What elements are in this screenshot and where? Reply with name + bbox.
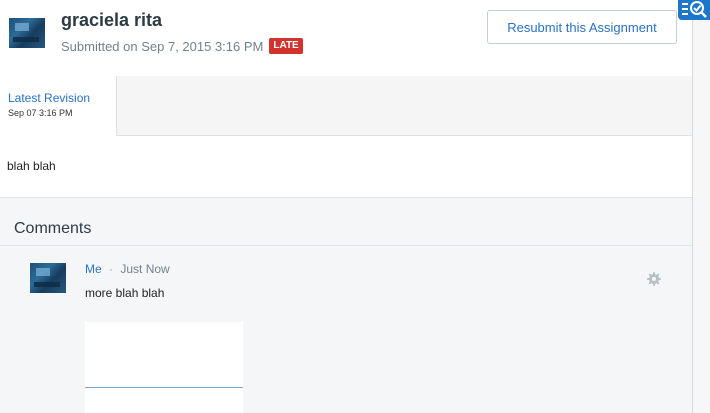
comment-author-link[interactable]: Me	[85, 262, 102, 276]
comment-reply-box[interactable]	[85, 322, 243, 413]
comment-timestamp: Just Now	[120, 262, 170, 276]
submission-status-line: Submitted on Sep 7, 2015 3:16 PM LATE	[61, 38, 303, 54]
comments-heading: Comments	[14, 220, 92, 237]
submitted-date: Submitted on Sep 7, 2015 3:16 PM	[61, 38, 264, 54]
right-scrollbar[interactable]	[692, 0, 710, 413]
revision-tab-label: Latest Revision	[8, 91, 91, 105]
late-badge: LATE	[269, 38, 303, 54]
student-name: graciela rita	[61, 10, 163, 30]
resubmit-assignment-button[interactable]: Resubmit this Assignment	[487, 10, 677, 44]
submission-page: graciela rita Submitted on Sep 7, 2015 3…	[0, 0, 692, 413]
comment-meta: Me · Just Now	[85, 262, 170, 276]
checklist-search-button[interactable]	[678, 0, 710, 20]
comments-divider	[0, 245, 692, 246]
gear-icon[interactable]	[646, 271, 662, 287]
comment-text: more blah blah	[85, 286, 165, 300]
submission-header: graciela rita Submitted on Sep 7, 2015 3…	[0, 0, 692, 76]
checklist-search-icon	[682, 1, 707, 18]
student-avatar	[9, 18, 45, 48]
revision-tab-date: Sep 07 3:16 PM	[8, 108, 73, 118]
comment-meta-separator: ·	[109, 262, 114, 276]
reply-box-focus-line	[85, 387, 243, 388]
comment-author-avatar	[30, 263, 66, 293]
revision-tabs: Latest Revision Sep 07 3:16 PM	[0, 76, 692, 136]
submission-body-text: blah blah	[7, 159, 56, 173]
tab-latest-revision[interactable]: Latest Revision Sep 07 3:16 PM	[0, 76, 117, 136]
